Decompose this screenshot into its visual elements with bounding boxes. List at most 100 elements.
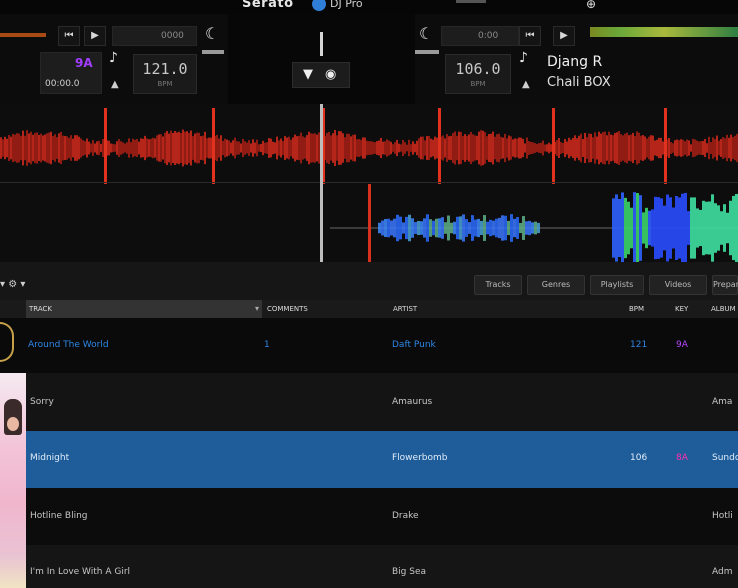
waveform-bar	[698, 141, 700, 155]
library-toolbar: ▾ ⚙ ▾ Tracks Genres Playlists Videos Pre…	[0, 262, 738, 300]
playhead-marker[interactable]	[320, 104, 323, 262]
waveform-bar	[518, 137, 520, 159]
view-eye-icon[interactable]: ◉	[325, 67, 336, 82]
row-album: Hotli	[712, 511, 733, 521]
row-bpm: 106	[630, 453, 648, 463]
waveform-bar	[276, 136, 278, 160]
waveform-bar	[510, 136, 512, 160]
waveform-bar	[378, 222, 381, 234]
waveform-bar	[82, 140, 84, 156]
waveform-bar	[468, 222, 471, 234]
waveform-bar	[600, 133, 602, 163]
deck-1-note-icon[interactable]: ♪	[109, 50, 118, 66]
waveform-bar	[60, 131, 62, 165]
crate-dropdown[interactable]: ▾ ⚙ ▾	[0, 279, 25, 290]
column-header-album[interactable]: ALBUM	[708, 300, 738, 318]
waveform-bar	[598, 131, 600, 165]
record-icon[interactable]: ⊕	[586, 0, 596, 11]
row-artist: Big Sea	[392, 567, 427, 577]
waveform-bar	[495, 218, 498, 238]
column-header-key[interactable]: KEY	[672, 300, 706, 318]
table-row-selected[interactable]: Midnight Flowerbomb 106 8A Sundo	[0, 431, 738, 488]
waveform-bar	[662, 141, 664, 155]
table-row[interactable]: I'm In Love With A Girl Big Sea Adm	[0, 545, 738, 588]
tab-playlists[interactable]: Playlists	[590, 275, 644, 295]
deck-2-play-button[interactable]: ▶	[553, 26, 575, 46]
deck-1-up-arrow-icon[interactable]: ▲	[111, 79, 119, 90]
column-header-bpm[interactable]: BPM	[626, 300, 670, 318]
waveform-bar	[396, 139, 398, 157]
waveform-bar	[410, 144, 412, 152]
waveform-bar	[250, 143, 252, 153]
waveform-bar	[483, 215, 486, 241]
sort-arrow-icon[interactable]: ▾	[255, 300, 259, 318]
waveform-bar	[468, 134, 470, 162]
album-art-thumbnail[interactable]	[0, 373, 26, 588]
waveform-bar	[720, 139, 722, 157]
waveform-bar	[580, 133, 582, 163]
waveform-bar	[512, 139, 514, 157]
waveform-bar	[224, 138, 226, 158]
waveform-bar	[578, 135, 580, 161]
waveform-bar	[92, 140, 94, 156]
waveform-bar	[462, 136, 464, 160]
waveform-bar	[304, 137, 306, 159]
waveform-bar	[546, 144, 548, 152]
waveform-bar	[693, 197, 696, 259]
tab-genres[interactable]: Genres	[527, 275, 585, 295]
waveform-bar	[675, 196, 678, 260]
deck-2-note-icon[interactable]: ♪	[519, 50, 528, 66]
waveform-bar	[548, 142, 550, 154]
tab-prepare[interactable]: Prepare	[712, 275, 738, 295]
waveform-bar	[102, 139, 104, 157]
waveform-bar	[278, 140, 280, 156]
deck-2-bpm: 106.0	[455, 60, 501, 78]
waveform-bar	[480, 130, 482, 166]
deck-2-bpm-display: 106.0 BPM	[445, 54, 511, 94]
column-header-track[interactable]: TRACK ▾	[26, 300, 262, 318]
waveform-bar	[364, 137, 366, 159]
waveform-bar	[296, 136, 298, 160]
waveform-bar	[429, 219, 432, 237]
table-row[interactable]: Sorry Amaurus Ama	[0, 373, 738, 431]
waveform-bar	[28, 133, 30, 163]
filter-icon[interactable]: ▼	[303, 67, 313, 82]
column-header-comments[interactable]: COMMENTS	[264, 300, 386, 318]
waveform-bar	[66, 136, 68, 160]
table-row[interactable]: Around The World 1 Daft Punk 121 9A	[0, 318, 738, 373]
waveform-bar	[657, 197, 660, 259]
waveform-bar	[262, 140, 264, 156]
column-header-artist[interactable]: ARTIST	[390, 300, 620, 318]
deck-1-key-panel: 9A 00:00.0	[40, 52, 102, 94]
waveform-bar	[108, 140, 110, 156]
deck-1-play-button[interactable]: ▶	[84, 26, 106, 46]
waveform-bar	[370, 141, 372, 155]
deck-1-sync-moon-icon[interactable]: ☾	[205, 24, 219, 43]
waveform-bar	[726, 212, 729, 244]
waveform-bar	[688, 140, 690, 156]
deck-2-overview-waveform[interactable]	[590, 27, 738, 37]
waveform-bar	[362, 137, 364, 159]
deck-1-prev-button[interactable]: ⏮	[58, 26, 80, 46]
waveform-bar	[480, 220, 483, 236]
waveform-bar	[80, 138, 82, 158]
waveform-bar	[438, 218, 441, 238]
deck-2-up-arrow-icon[interactable]: ▲	[522, 79, 530, 90]
waveform-bar	[164, 132, 166, 164]
waveform-bar	[384, 219, 387, 237]
waveform-bar	[582, 139, 584, 157]
table-row[interactable]: Hotline Bling Drake Hotli	[0, 488, 738, 545]
tab-tracks[interactable]: Tracks	[474, 275, 522, 295]
waveform-bar	[714, 139, 716, 157]
waveform-display[interactable]	[0, 104, 738, 264]
waveform-bar	[228, 140, 230, 156]
waveform-canvas[interactable]	[0, 104, 738, 264]
waveform-bar	[704, 138, 706, 158]
waveform-bar	[612, 198, 615, 258]
waveform-bar	[274, 142, 276, 154]
tab-videos[interactable]: Videos	[649, 275, 707, 295]
top-bar: Serato DJ Pro ⊕	[0, 0, 738, 14]
deck-2-sync-moon-icon[interactable]: ☾	[419, 24, 433, 43]
waveform-bar	[621, 192, 624, 264]
deck-2-prev-button[interactable]: ⏮	[519, 26, 541, 46]
